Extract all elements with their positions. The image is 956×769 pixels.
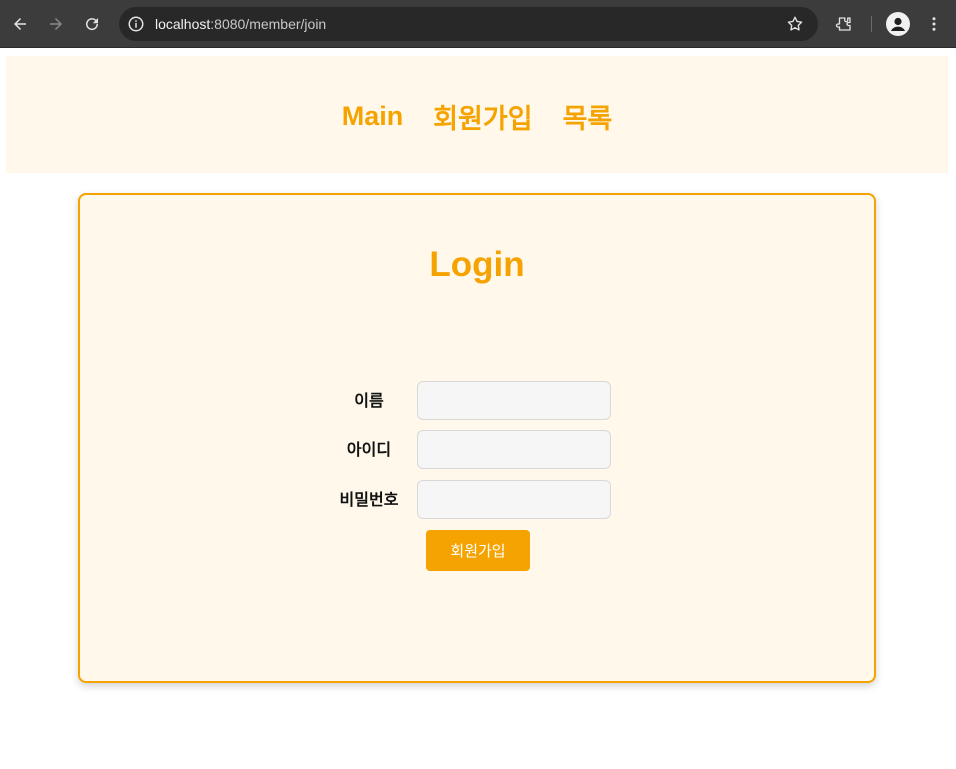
password-row: 비밀번호 xyxy=(80,480,874,520)
site-info-icon[interactable] xyxy=(127,15,145,33)
join-form-card: Login 이름 아이디 비밀번호 회원가입 xyxy=(78,193,876,683)
profile-avatar-icon[interactable] xyxy=(886,12,910,36)
password-label: 비밀번호 xyxy=(339,490,399,509)
form-title: Login xyxy=(429,245,525,284)
forward-icon[interactable] xyxy=(44,12,68,36)
url-host: localhost xyxy=(155,16,211,32)
join-submit-button[interactable]: 회원가입 xyxy=(426,530,530,571)
nav-link-join[interactable]: 회원가입 xyxy=(433,97,532,136)
url-path: :8080/member/join xyxy=(210,16,327,32)
nav-link-main[interactable]: Main xyxy=(342,101,404,132)
id-row: 아이디 xyxy=(80,430,874,470)
more-menu-icon[interactable] xyxy=(922,12,946,36)
password-input[interactable] xyxy=(417,480,611,519)
id-label: 아이디 xyxy=(346,440,392,459)
name-label: 이름 xyxy=(354,391,384,410)
extensions-icon[interactable] xyxy=(832,12,856,36)
url-text[interactable]: localhost:8080/member/join xyxy=(155,7,326,41)
site-header: Main 회원가입 목록 xyxy=(6,56,948,173)
id-input[interactable] xyxy=(417,430,611,469)
reload-icon[interactable] xyxy=(80,12,104,36)
nav-link-list[interactable]: 목록 xyxy=(563,97,613,136)
toolbar-divider xyxy=(871,16,872,32)
browser-toolbar: localhost:8080/member/join xyxy=(0,0,956,48)
back-icon[interactable] xyxy=(8,12,32,36)
name-input[interactable] xyxy=(417,381,611,420)
name-row: 이름 xyxy=(80,381,874,421)
address-bar[interactable]: localhost:8080/member/join xyxy=(119,7,818,41)
bookmark-star-icon[interactable] xyxy=(786,15,804,33)
